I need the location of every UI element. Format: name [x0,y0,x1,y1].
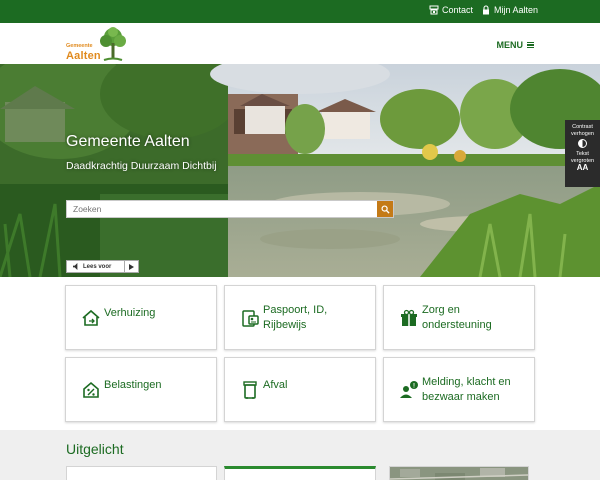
contact-link[interactable]: Contact [429,5,473,15]
tile-paspoort[interactable]: Paspoort, ID, Rijbewijs [224,285,376,350]
hamburger-icon [527,41,534,49]
id-card-icon [242,310,259,327]
logo-text-big: Aalten [66,50,101,62]
tile-label-line2: bezwaar maken [422,391,500,403]
mijn-aalten-link[interactable]: Mijn Aalten [481,5,538,15]
hero-subtitle: Daadkrachtig Duurzaam Dichtbij [66,160,217,172]
trash-bin-icon [243,381,257,399]
tile-label-line1: Verhuizing [104,307,156,319]
tile-label-line1: Afval [263,379,288,391]
lock-icon [483,5,489,15]
gift-care-icon [401,309,417,326]
readspeaker-label: Lees voor [83,263,112,270]
tile-belastingen[interactable]: Belastingen [65,357,217,422]
search-bar [66,200,394,218]
hero-banner: Gemeente Aalten Daadkrachtig Duurzaam Di… [0,64,600,277]
readspeaker-play[interactable]: Lees voor [67,261,125,272]
contrast-label-2: verhogen [571,130,594,137]
search-button[interactable] [377,201,393,217]
tile-label-line2: Rijbewijs [263,319,307,331]
menu-label: MENU [496,40,524,50]
readspeaker-button[interactable]: Lees voor [66,260,139,273]
tile-verhuizing[interactable]: Verhuizing [65,285,217,350]
search-icon [380,204,390,214]
site-header: Gemeente Aalten MENU [0,23,600,64]
featured-section: Uitgelicht [0,430,600,480]
svg-text:!: ! [413,384,415,390]
top-utility-bar: Contact Mijn Aalten [0,0,600,23]
tile-label-line1: Melding, klacht en [422,376,511,388]
text-size-toggle[interactable]: Tekst vergroten AA [565,151,600,172]
featured-card-3[interactable] [389,466,529,480]
hero-title: Gemeente Aalten [66,133,190,150]
speaker-icon [73,263,78,270]
tile-label-line2: ondersteuning [422,319,492,331]
tile-label-line1: Paspoort, ID, [263,304,328,316]
search-input[interactable] [67,201,378,217]
tile-label-line1: Zorg en [422,304,460,316]
phone-desk-icon [429,5,439,15]
featured-title: Uitgelicht [66,441,124,457]
play-icon [129,263,134,270]
tile-afval[interactable]: Afval [224,357,376,422]
featured-card-2[interactable] [224,466,376,480]
accessibility-panel: Contrast verhogen Tekst vergroten AA [565,120,600,187]
tax-house-icon [83,381,99,398]
tree-logo-icon [100,27,126,61]
featured-card-1[interactable] [66,466,217,480]
house-move-icon [82,309,100,326]
tile-label-line1: Belastingen [104,379,162,391]
mijn-aalten-label: Mijn Aalten [494,5,539,15]
report-person-icon: ! [400,381,418,398]
text-size-icon: AA [576,163,589,172]
logo-text-small: Gemeente [66,43,93,49]
site-logo[interactable]: Gemeente Aalten [66,27,128,63]
readspeaker-toggle[interactable] [125,263,138,270]
contact-label: Contact [442,5,474,15]
aerial-map-image [390,467,528,480]
tile-zorg[interactable]: Zorg en ondersteuning [383,285,535,350]
contrast-icon [578,139,587,148]
contrast-toggle[interactable]: Contrast verhogen [565,124,600,148]
menu-button[interactable]: MENU [496,40,534,50]
tile-melding[interactable]: ! Melding, klacht en bezwaar maken [383,357,535,422]
